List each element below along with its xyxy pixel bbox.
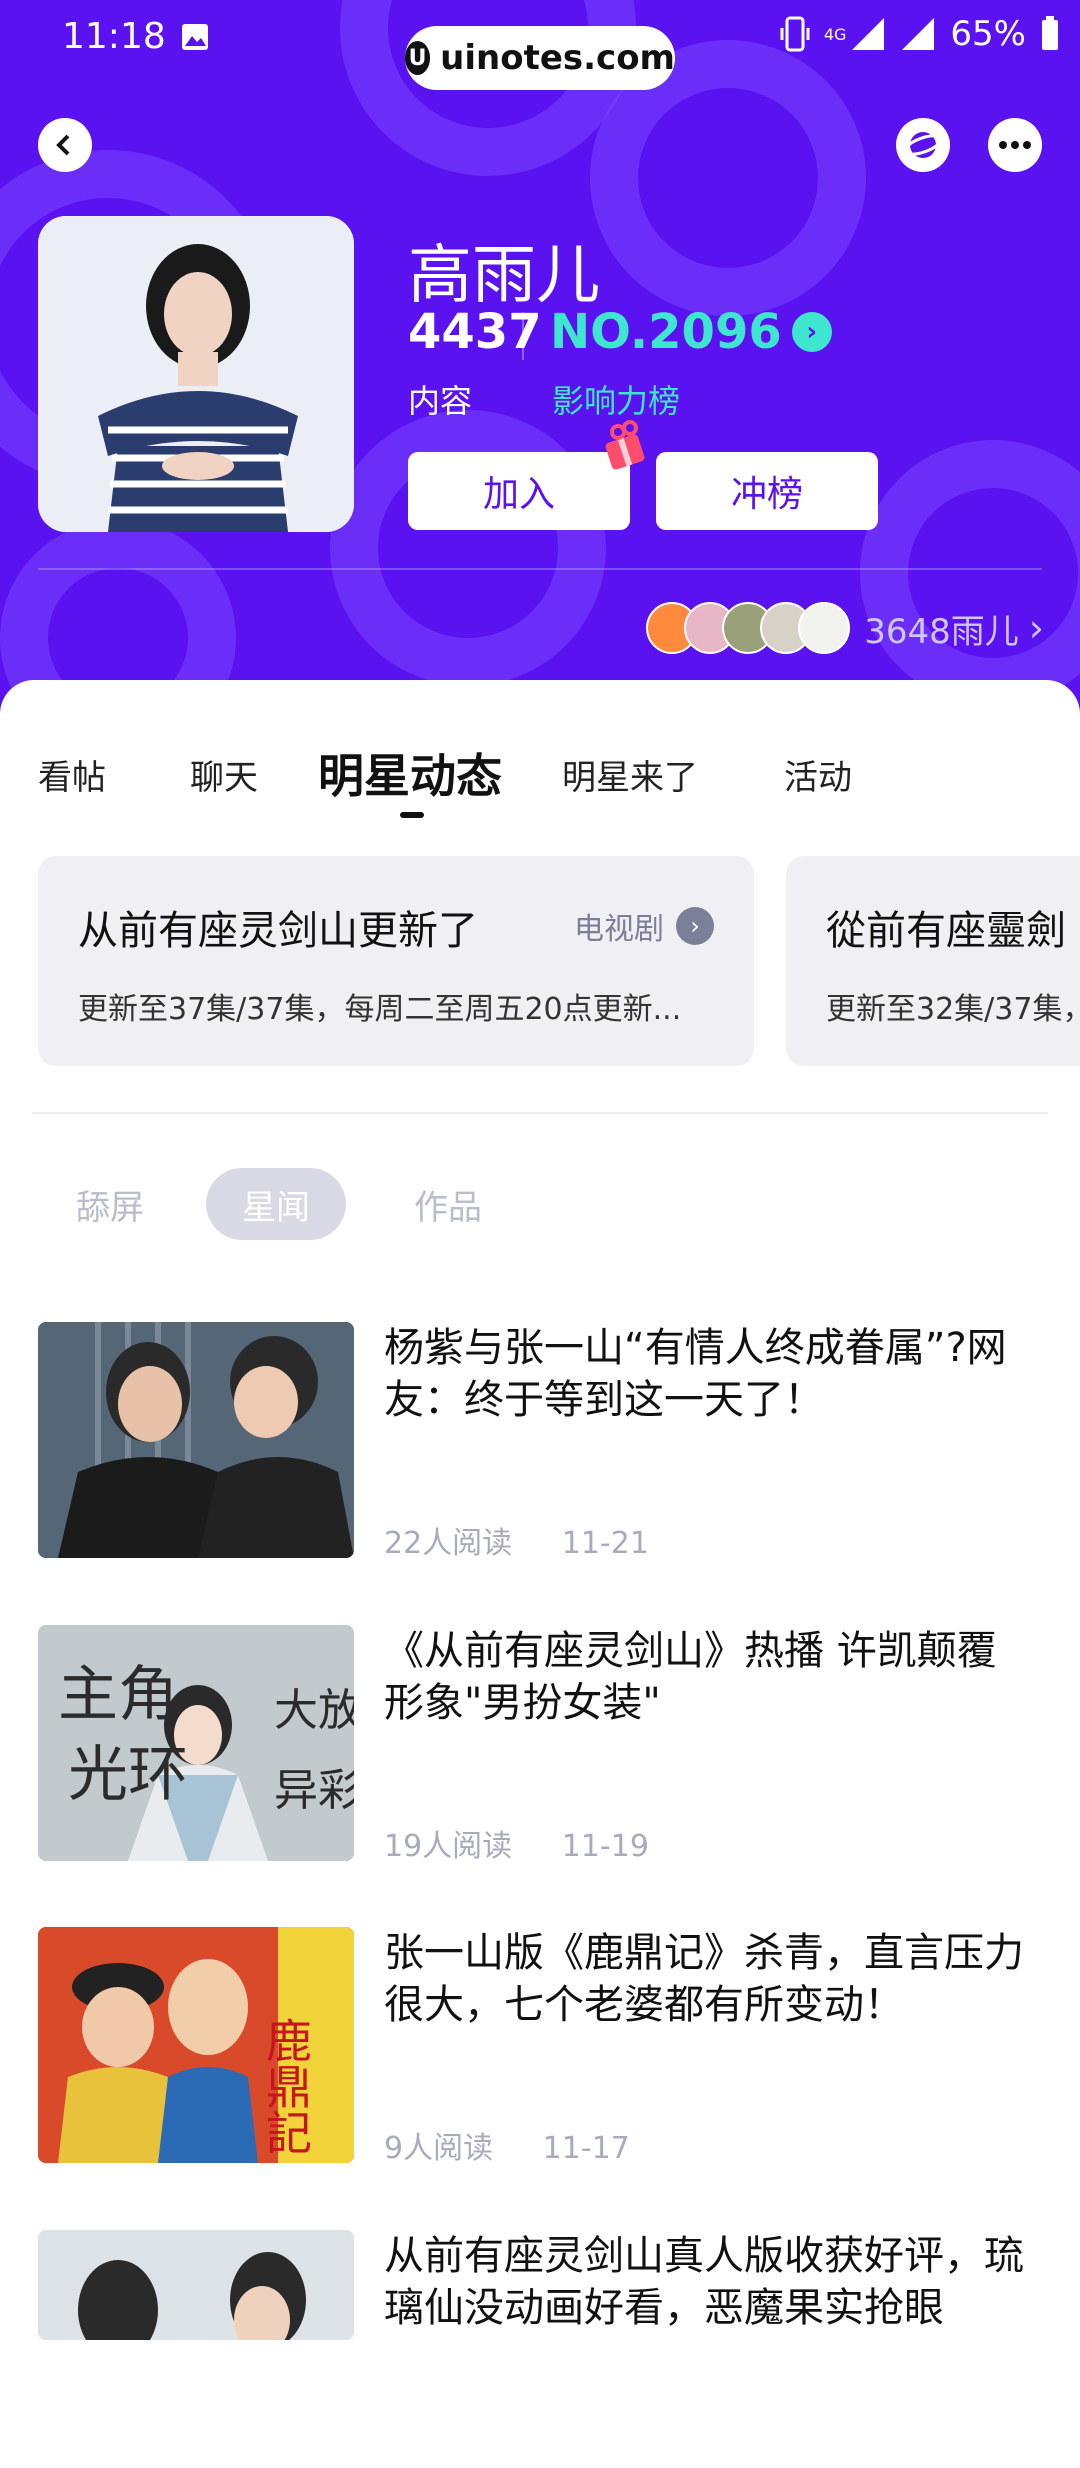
news-reads: 22人阅读 [384, 1526, 513, 1561]
star-name: 高雨儿 [408, 239, 600, 313]
stat-divider [522, 312, 524, 360]
news-thumbnail [38, 2230, 354, 2340]
signal-icon [902, 18, 935, 50]
more-button[interactable] [988, 118, 1042, 172]
thumb-text: 大放 [274, 1685, 354, 1736]
card-desc: 更新至32集/37集， [826, 992, 1080, 1027]
star-photo [38, 216, 354, 532]
section-divider [32, 1112, 1048, 1114]
update-card[interactable]: 从前有座灵剑山更新了 电视剧 › 更新至37集/37集，每周二至周五20点更新.… [38, 856, 754, 1066]
bg-ring [860, 440, 1080, 706]
news-title: 杨紫与张一山“有情人终成眷属”?网友：终于等到这一天了！ [384, 1325, 1007, 1423]
thumb-text: 鹿鼎記 [259, 2017, 313, 2155]
status-icons: 4G 65% [780, 14, 1060, 54]
gift-icon [605, 420, 645, 470]
news-thumb-image [38, 1322, 354, 1558]
image-notification-icon [182, 24, 208, 50]
tab-star-coming[interactable]: 明星来了 [562, 750, 698, 799]
news-reads: 9人阅读 [384, 2131, 494, 2166]
news-date: 11-17 [542, 2131, 630, 2166]
thumb-text: 光环 [68, 1740, 188, 1810]
news-title: 从前有座灵剑山真人版收获好评，琉璃仙没动画好看，恶魔果实抢眼 [384, 2233, 1024, 2331]
join-button[interactable]: 加入 [408, 452, 630, 530]
chevron-right-icon: › [676, 907, 714, 945]
update-card[interactable]: 從前有座靈劍 更新至32集/37集， [786, 856, 1080, 1066]
thumb-text: 主角 [58, 1660, 178, 1730]
tab-posts[interactable]: 看帖 [38, 750, 106, 799]
news-meta: 19人阅读 11-19 [384, 1821, 689, 1865]
news-item[interactable]: 鹿鼎記 张一山版《鹿鼎记》杀青，直言压力很大，七个老婆都有所变动！ 9人阅读 1… [38, 1927, 1042, 2167]
chevron-right-icon: › [1028, 606, 1044, 650]
profile-header: 11:18 U uinotes.com 4G 65% 高雨儿 4437 NO.2… [0, 0, 1080, 720]
signal-icon [852, 18, 885, 50]
fan-avatar [798, 602, 851, 654]
tab-bar: 看帖 聊天 明星动态 明星来了 活动 [0, 740, 1080, 803]
planet-button[interactable] [896, 118, 950, 172]
card-title: 從前有座靈劍 [826, 908, 1066, 954]
news-thumb-image: 鹿鼎記 [38, 1927, 354, 2163]
news-thumb-image: 主角 光环 大放 异彩 [38, 1625, 354, 1861]
vibrate-icon [780, 16, 810, 52]
battery-icon [1042, 16, 1058, 50]
watermark-text: uinotes.com [440, 38, 675, 78]
tab-events[interactable]: 活动 [784, 750, 852, 799]
subtab-star-news[interactable]: 星闻 [206, 1168, 346, 1240]
tab-star-news[interactable]: 明星动态 [318, 740, 502, 806]
subtab-works[interactable]: 作品 [414, 1168, 482, 1240]
news-thumbnail [38, 1322, 354, 1558]
card-title: 从前有座灵剑山更新了 [78, 908, 478, 954]
news-meta: 9人阅读 11-17 [384, 2123, 670, 2167]
rank-label[interactable]: 影响力榜 [552, 376, 680, 422]
uinotes-logo-icon: U [405, 41, 431, 75]
fans-row[interactable]: 3648雨儿 › [646, 602, 1044, 654]
news-reads: 19人阅读 [384, 1829, 513, 1864]
planet-icon [903, 132, 943, 158]
chevron-right-icon: › [791, 312, 832, 352]
fans-count: 3648雨儿 [864, 611, 1019, 652]
tab-indicator [400, 812, 424, 818]
news-date: 11-19 [561, 1829, 649, 1864]
back-button[interactable] [38, 118, 92, 172]
news-date: 11-21 [561, 1526, 649, 1561]
news-thumb-image [38, 2230, 354, 2340]
star-avatar [38, 216, 354, 532]
network-type: 4G [823, 24, 847, 44]
subtab-screen-lick[interactable]: 舔屏 [76, 1168, 144, 1240]
card-tag-label: 电视剧 [574, 912, 664, 947]
news-item[interactable]: 杨紫与张一山“有情人终成眷属”?网友：终于等到这一天了！ 22人阅读 11-21 [38, 1322, 1042, 1562]
news-title: 《从前有座灵剑山》热播 许凯颠覆形象"男扮女装" [384, 1628, 997, 1726]
rank-value: NO.2096 [550, 304, 782, 360]
back-arrow-icon [56, 134, 70, 156]
watermark-pill: U uinotes.com [405, 26, 675, 90]
news-thumbnail: 主角 光环 大放 异彩 [38, 1625, 354, 1861]
news-item[interactable]: 从前有座灵剑山真人版收获好评，琉璃仙没动画好看，恶魔果实抢眼 [38, 2230, 1042, 2468]
battery-level: 65% [950, 14, 1026, 54]
news-item[interactable]: 主角 光环 大放 异彩 《从前有座灵剑山》热播 许凯颠覆形象"男扮女装" 19人… [38, 1625, 1042, 1865]
news-title: 张一山版《鹿鼎记》杀青，直言压力很大，七个老婆都有所变动！ [384, 1930, 1024, 2028]
content-label: 内容 [408, 382, 473, 420]
news-meta: 22人阅读 11-21 [384, 1518, 689, 1562]
more-dots-icon [999, 141, 1031, 149]
status-time: 11:18 [62, 16, 166, 57]
thumb-text: 异彩 [274, 1765, 354, 1816]
rank-link[interactable]: NO.2096 › [550, 304, 832, 360]
header-divider [38, 568, 1042, 570]
card-desc: 更新至37集/37集，每周二至周五20点更新... [78, 992, 682, 1027]
news-thumbnail: 鹿鼎記 [38, 1927, 354, 2163]
tab-chat[interactable]: 聊天 [190, 750, 258, 799]
boost-rank-button[interactable]: 冲榜 [656, 452, 878, 530]
card-tag[interactable]: 电视剧 › [574, 904, 714, 948]
status-bar: 11:18 U uinotes.com 4G 65% [0, 0, 1080, 90]
